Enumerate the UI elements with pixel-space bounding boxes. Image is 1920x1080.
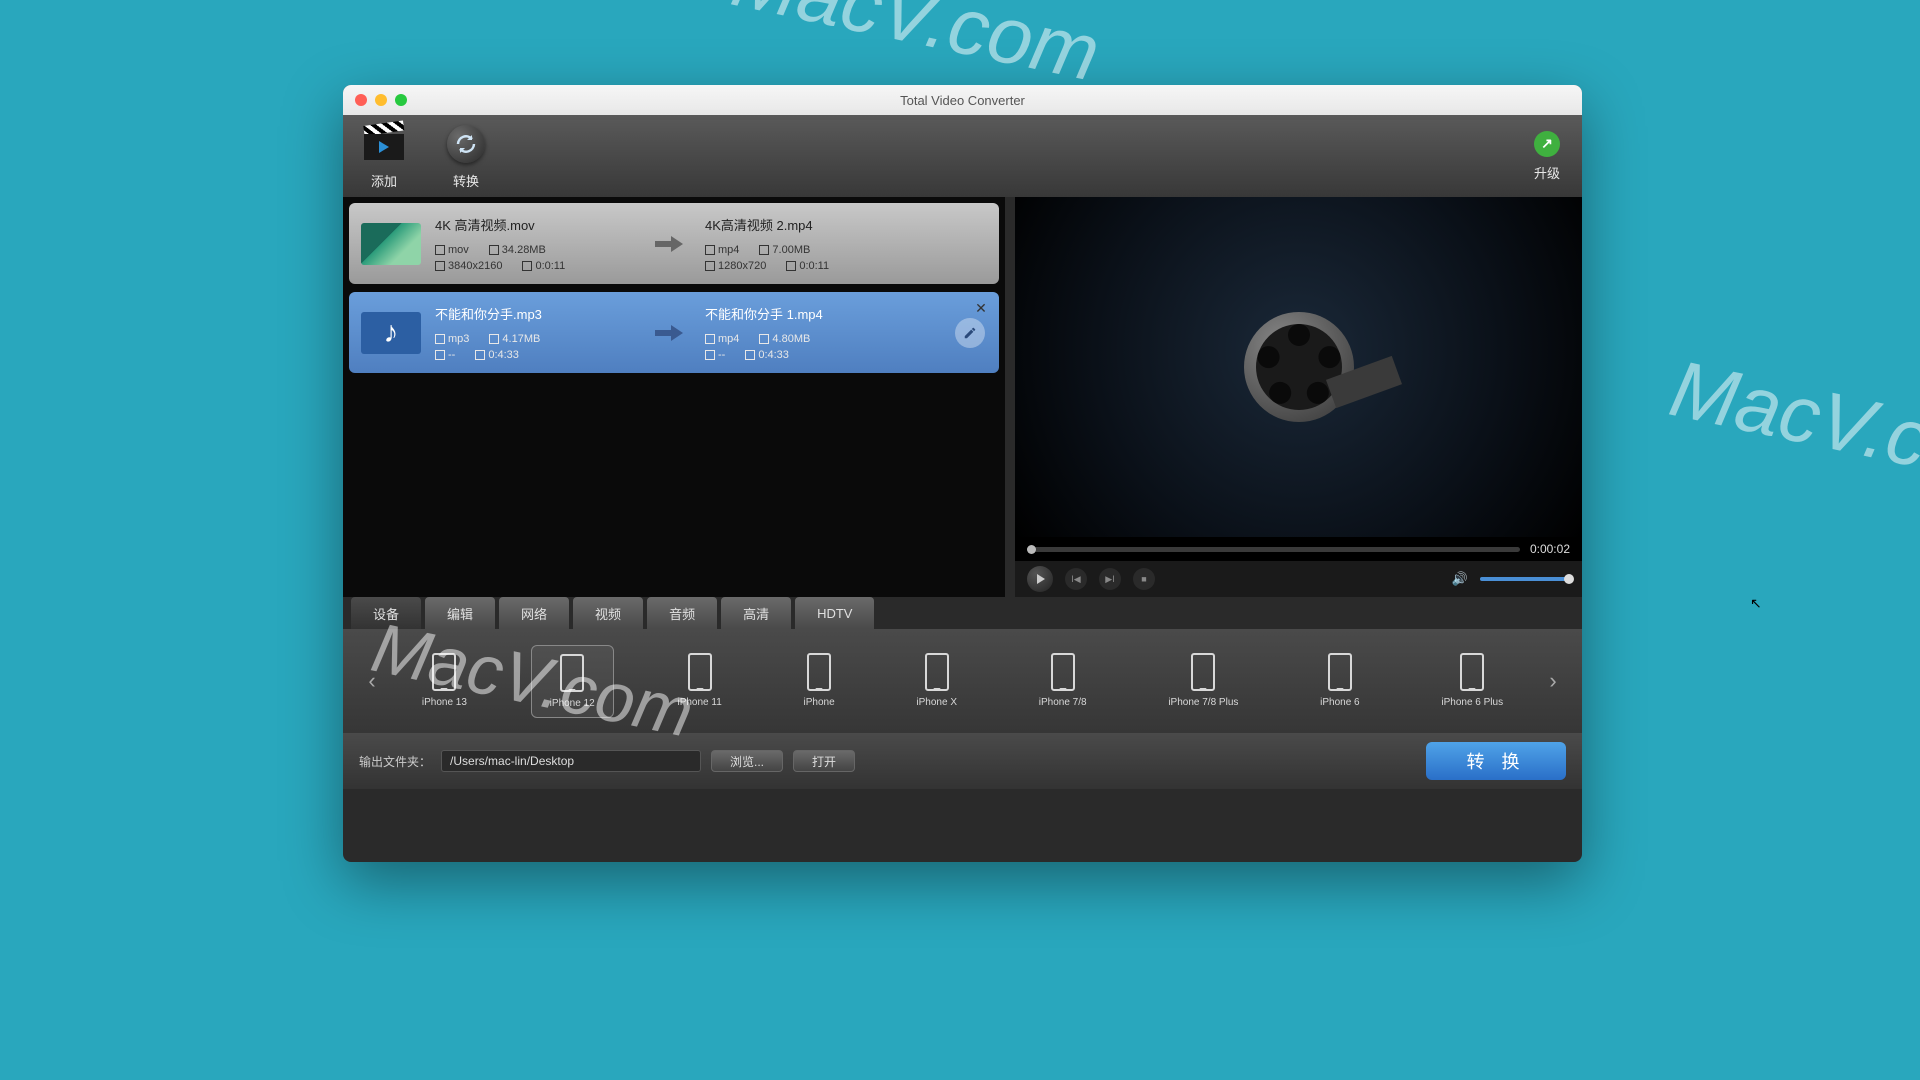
target-duration: 0:0:11 bbox=[786, 260, 829, 272]
device-option[interactable]: iPhone 13 bbox=[404, 645, 485, 718]
play-button[interactable] bbox=[1027, 566, 1053, 592]
arrow-icon bbox=[655, 234, 685, 254]
tab-audio[interactable]: 音频 bbox=[647, 597, 717, 629]
convert-action-button[interactable]: 转 换 bbox=[1426, 742, 1566, 780]
refresh-icon bbox=[445, 123, 487, 165]
phone-icon bbox=[688, 653, 712, 691]
tab-hdtv[interactable]: HDTV bbox=[795, 597, 874, 629]
convert-label: 转换 bbox=[453, 171, 479, 190]
close-icon[interactable]: ✕ bbox=[973, 300, 989, 316]
device-option[interactable]: iPhone 7/8 bbox=[1021, 645, 1105, 718]
next-page-button[interactable]: › bbox=[1544, 651, 1562, 711]
output-label: 输出文件夹： bbox=[359, 753, 431, 770]
tab-video[interactable]: 视频 bbox=[573, 597, 643, 629]
target-format: mp4 bbox=[705, 244, 739, 256]
arrow-icon bbox=[655, 323, 685, 343]
stop-button[interactable]: ■ bbox=[1133, 568, 1155, 590]
preview-area bbox=[1015, 197, 1582, 537]
file-list: 4K 高清视频.mov mov 34.28MB 3840x2160 0:0:11… bbox=[343, 197, 1005, 597]
window-title: Total Video Converter bbox=[900, 93, 1025, 108]
audio-thumbnail: ♪ bbox=[361, 312, 421, 354]
target-size: 4.80MB bbox=[759, 333, 810, 345]
target-format: mp4 bbox=[705, 333, 739, 345]
phone-icon bbox=[432, 653, 456, 691]
bottom-bar: 输出文件夹： /Users/mac-lin/Desktop 浏览... 打开 转… bbox=[343, 733, 1582, 789]
device-option[interactable]: iPhone X bbox=[898, 645, 975, 718]
app-window: Total Video Converter 添加 转换 ↗ 升级 bbox=[343, 85, 1582, 862]
list-item[interactable]: ✕ ♪ 不能和你分手.mp3 mp3 4.17MB -- 0:4:33 bbox=[349, 292, 999, 373]
phone-icon bbox=[1328, 653, 1352, 691]
next-button[interactable]: ▶I bbox=[1099, 568, 1121, 590]
phone-icon bbox=[560, 654, 584, 692]
edit-button[interactable] bbox=[955, 318, 985, 348]
source-format: mp3 bbox=[435, 333, 469, 345]
browse-button[interactable]: 浏览... bbox=[711, 750, 783, 772]
upgrade-label: 升级 bbox=[1534, 163, 1560, 182]
volume-icon: 🔊 bbox=[1452, 571, 1468, 587]
prev-page-button[interactable]: ‹ bbox=[363, 651, 381, 711]
target-duration: 0:4:33 bbox=[745, 349, 789, 361]
source-size: 4.17MB bbox=[489, 333, 540, 345]
preview-panel: 0:00:02 I◀ ▶I ■ 🔊 bbox=[1015, 197, 1582, 597]
phone-icon bbox=[1460, 653, 1484, 691]
open-button[interactable]: 打开 bbox=[793, 750, 855, 772]
tab-edit[interactable]: 编辑 bbox=[425, 597, 495, 629]
progress-slider[interactable] bbox=[1027, 547, 1520, 552]
upgrade-icon: ↗ bbox=[1534, 131, 1560, 157]
close-icon[interactable] bbox=[355, 94, 367, 106]
target-resolution: -- bbox=[705, 349, 725, 361]
source-filename: 4K 高清视频.mov bbox=[435, 215, 635, 234]
device-option[interactable]: iPhone 6 Plus bbox=[1423, 645, 1521, 718]
source-duration: 0:0:11 bbox=[522, 260, 565, 272]
playback-time: 0:00:02 bbox=[1530, 542, 1570, 556]
toolbar: 添加 转换 ↗ 升级 bbox=[343, 115, 1582, 197]
target-size: 7.00MB bbox=[759, 244, 810, 256]
device-option[interactable]: iPhone bbox=[786, 645, 853, 718]
tab-network[interactable]: 网络 bbox=[499, 597, 569, 629]
source-resolution: 3840x2160 bbox=[435, 260, 502, 272]
clapperboard-icon bbox=[363, 123, 405, 165]
minimize-icon[interactable] bbox=[375, 94, 387, 106]
convert-button[interactable]: 转换 bbox=[445, 123, 487, 190]
cursor-icon: ↖ bbox=[1750, 595, 1762, 612]
phone-icon bbox=[925, 653, 949, 691]
maximize-icon[interactable] bbox=[395, 94, 407, 106]
source-duration: 0:4:33 bbox=[475, 349, 519, 361]
device-option[interactable]: iPhone 6 bbox=[1302, 645, 1377, 718]
volume-slider[interactable] bbox=[1480, 577, 1570, 581]
target-filename: 4K高清视频 2.mp4 bbox=[705, 215, 905, 234]
pencil-icon bbox=[963, 326, 977, 340]
source-size: 34.28MB bbox=[489, 244, 546, 256]
add-label: 添加 bbox=[371, 171, 397, 190]
output-path-field[interactable]: /Users/mac-lin/Desktop bbox=[441, 750, 701, 772]
phone-icon bbox=[807, 653, 831, 691]
upgrade-button[interactable]: ↗ 升级 bbox=[1534, 131, 1560, 182]
tab-hd[interactable]: 高清 bbox=[721, 597, 791, 629]
source-resolution: -- bbox=[435, 349, 455, 361]
watermark: MacV.com bbox=[1663, 342, 1920, 509]
video-thumbnail bbox=[361, 223, 421, 265]
target-filename: 不能和你分手 1.mp4 bbox=[705, 304, 905, 323]
source-format: mov bbox=[435, 244, 469, 256]
phone-icon bbox=[1051, 653, 1075, 691]
list-item[interactable]: 4K 高清视频.mov mov 34.28MB 3840x2160 0:0:11… bbox=[349, 203, 999, 284]
phone-icon bbox=[1191, 653, 1215, 691]
prev-button[interactable]: I◀ bbox=[1065, 568, 1087, 590]
device-option[interactable]: iPhone 12 bbox=[531, 645, 614, 718]
tab-devices[interactable]: 设备 bbox=[351, 597, 421, 629]
music-note-icon: ♪ bbox=[384, 316, 399, 350]
device-row: ‹ iPhone 13 iPhone 12 iPhone 11 iPhone i… bbox=[343, 629, 1582, 733]
add-button[interactable]: 添加 bbox=[363, 123, 405, 190]
target-resolution: 1280x720 bbox=[705, 260, 766, 272]
category-tabs: 设备 编辑 网络 视频 音频 高清 HDTV bbox=[343, 597, 1582, 629]
source-filename: 不能和你分手.mp3 bbox=[435, 304, 635, 323]
titlebar: Total Video Converter bbox=[343, 85, 1582, 115]
device-option[interactable]: iPhone 11 bbox=[659, 645, 739, 718]
device-option[interactable]: iPhone 7/8 Plus bbox=[1150, 645, 1256, 718]
